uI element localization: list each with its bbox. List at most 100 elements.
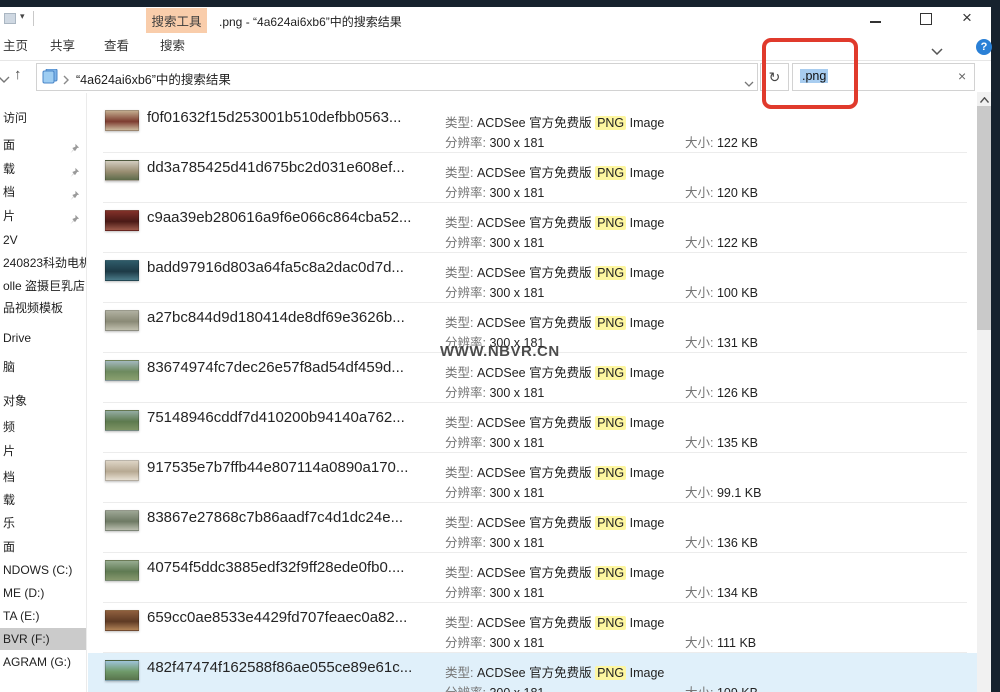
scrollbar-thumb[interactable] [977,106,991,330]
address-dropdown-icon[interactable] [744,74,754,92]
file-type: 类型: ACDSee 官方免费版 PNG Image [445,312,664,331]
file-size: 大小: 109 KB [685,682,758,692]
file-name[interactable]: 75148946cddf7d410200b94140a762... [147,409,405,426]
tab-share[interactable]: 共享 [50,33,75,60]
sidebar-item[interactable]: 2V [0,229,86,251]
sidebar-item[interactable]: TA (E:) [0,605,86,627]
sidebar-item-label: AGRAM (G:) [3,655,71,669]
sidebar-item[interactable]: NDOWS (C:) [0,559,86,581]
search-term-highlight: PNG [595,366,626,380]
back-history-chevron-icon[interactable] [0,70,10,88]
file-name[interactable]: 917535e7b7ffb44e807114a0890a170... [147,459,408,476]
sidebar-item[interactable]: 档 [0,466,86,488]
up-one-level-icon[interactable]: ↑ [14,66,22,83]
file-name[interactable]: dd3a785425d41d675bc2d031e608ef... [147,159,405,176]
quick-access-toolbar-dropdown-icon[interactable]: ▾ [20,11,25,22]
desktop-background-right [991,0,1000,692]
search-term-highlight: PNG [595,666,626,680]
file-row[interactable]: c9aa39eb280616a9f6e066c864cba52... 类型: A… [88,203,977,253]
sidebar-item-label: 片 [3,444,15,458]
sidebar-item[interactable]: 240823科劲电机 [0,252,86,274]
file-thumbnail[interactable] [105,210,139,231]
file-thumbnail[interactable] [105,110,139,131]
file-size: 大小: 122 KB [685,132,758,151]
file-thumbnail[interactable] [105,660,139,681]
file-name[interactable]: c9aa39eb280616a9f6e066c864cba52... [147,209,411,226]
file-row[interactable]: 917535e7b7ffb44e807114a0890a170... 类型: A… [88,453,977,503]
explorer-window: ▾ 搜索工具 .png - “4a624ai6xb6”中的搜索结果 × 主页 共… [0,0,1000,692]
file-name[interactable]: 482f47474f162588f86ae055ce89e61c... [147,659,412,676]
file-name[interactable]: badd97916d803a64fa5c8a2dac0d7d... [147,259,404,276]
breadcrumb-chevron-icon[interactable] [63,72,69,90]
close-button[interactable]: × [962,9,972,26]
tab-home[interactable]: 主页 [3,33,28,60]
tab-search[interactable]: 搜索 [160,33,185,60]
file-name[interactable]: 83674974fc7dec26e57f8ad54df459d... [147,359,404,376]
sidebar-item[interactable]: 面 [0,536,86,558]
file-row[interactable]: 83867e27868c7b86aadf7c4d1dc24e... 类型: AC… [88,503,977,553]
file-thumbnail[interactable] [105,360,139,381]
help-icon[interactable]: ? [976,39,992,55]
sidebar-item[interactable]: AGRAM (G:) [0,651,86,673]
file-type: 类型: ACDSee 官方免费版 PNG Image [445,512,664,531]
minimize-button[interactable] [870,21,881,23]
file-thumbnail[interactable] [105,610,139,631]
tab-view[interactable]: 查看 [104,33,129,60]
file-thumbnail[interactable] [105,310,139,331]
clear-search-icon[interactable]: × [958,68,966,84]
file-type: 类型: ACDSee 官方免费版 PNG Image [445,162,664,181]
sidebar-item[interactable]: 载 [0,489,86,511]
sidebar-item[interactable]: 档 [0,181,86,203]
navigation-pane: 访问 面 载 档 片 2V 240823科劲电机 olle 盗摄 [0,93,86,692]
file-name[interactable]: 83867e27868c7b86aadf7c4d1dc24e... [147,509,403,526]
file-thumbnail[interactable] [105,460,139,481]
file-size: 大小: 126 KB [685,382,758,401]
sidebar-item[interactable]: 访问 [0,107,86,129]
file-row[interactable]: f0f01632f15d253001b510defbb0563... 类型: A… [88,103,977,153]
desktop-background-top [0,0,1000,7]
file-thumbnail[interactable] [105,160,139,181]
sidebar-item[interactable]: 片 [0,440,86,462]
file-size: 大小: 99.1 KB [685,482,761,501]
file-resolution: 分辨率: 300 x 181 [445,482,544,501]
file-row[interactable]: dd3a785425d41d675bc2d031e608ef... 类型: AC… [88,153,977,203]
file-row[interactable]: badd97916d803a64fa5c8a2dac0d7d... 类型: AC… [88,253,977,303]
sidebar-item[interactable]: olle 盗摄巨乳店 [0,275,86,297]
sidebar-item[interactable]: 频 [0,416,86,438]
file-row[interactable]: 40754f5ddc3885edf32f9ff28ede0fb0.... 类型:… [88,553,977,603]
sidebar-item[interactable]: 对象 [0,390,86,412]
file-size: 大小: 134 KB [685,582,758,601]
file-row[interactable]: 75148946cddf7d410200b94140a762... 类型: AC… [88,403,977,453]
search-tools-contextual-tab[interactable]: 搜索工具 [146,8,207,33]
sidebar-item[interactable]: 乐 [0,512,86,534]
file-thumbnail[interactable] [105,260,139,281]
vertical-scrollbar[interactable] [977,92,991,692]
file-row[interactable]: 659cc0ae8533e4429fd707feaec0a82... 类型: A… [88,603,977,653]
collapse-ribbon-icon[interactable] [931,42,943,60]
annotation-red-rectangle [762,38,858,109]
breadcrumb[interactable]: “4a624ai6xb6”中的搜索结果 [76,69,231,88]
sidebar-item-label: 脑 [3,360,15,374]
file-name[interactable]: f0f01632f15d253001b510defbb0563... [147,109,401,126]
file-name[interactable]: 40754f5ddc3885edf32f9ff28ede0fb0.... [147,559,404,576]
sidebar-item[interactable]: Drive [0,327,86,349]
sidebar-item[interactable]: 面 [0,134,86,156]
file-thumbnail[interactable] [105,410,139,431]
maximize-button[interactable] [920,13,932,25]
file-row[interactable]: 482f47474f162588f86ae055ce89e61c... 类型: … [88,653,977,692]
file-name[interactable]: a27bc844d9d180414de8df69e3626b... [147,309,405,326]
file-thumbnail[interactable] [105,510,139,531]
file-thumbnail[interactable] [105,560,139,581]
sidebar-item[interactable]: BVR (F:) [0,628,86,650]
file-size: 大小: 122 KB [685,232,758,251]
sidebar-item-label: 载 [3,493,15,507]
sidebar-item[interactable]: 品视频模板 [0,297,86,319]
sidebar-item[interactable]: 载 [0,158,86,180]
sidebar-item[interactable]: 片 [0,205,86,227]
sidebar-item[interactable]: 脑 [0,356,86,378]
sidebar-item[interactable]: ME (D:) [0,582,86,604]
file-type: 类型: ACDSee 官方免费版 PNG Image [445,362,664,381]
quick-access-toolbar-icon[interactable] [4,13,16,24]
file-row[interactable]: 83674974fc7dec26e57f8ad54df459d... 类型: A… [88,353,977,403]
file-name[interactable]: 659cc0ae8533e4429fd707feaec0a82... [147,609,407,626]
